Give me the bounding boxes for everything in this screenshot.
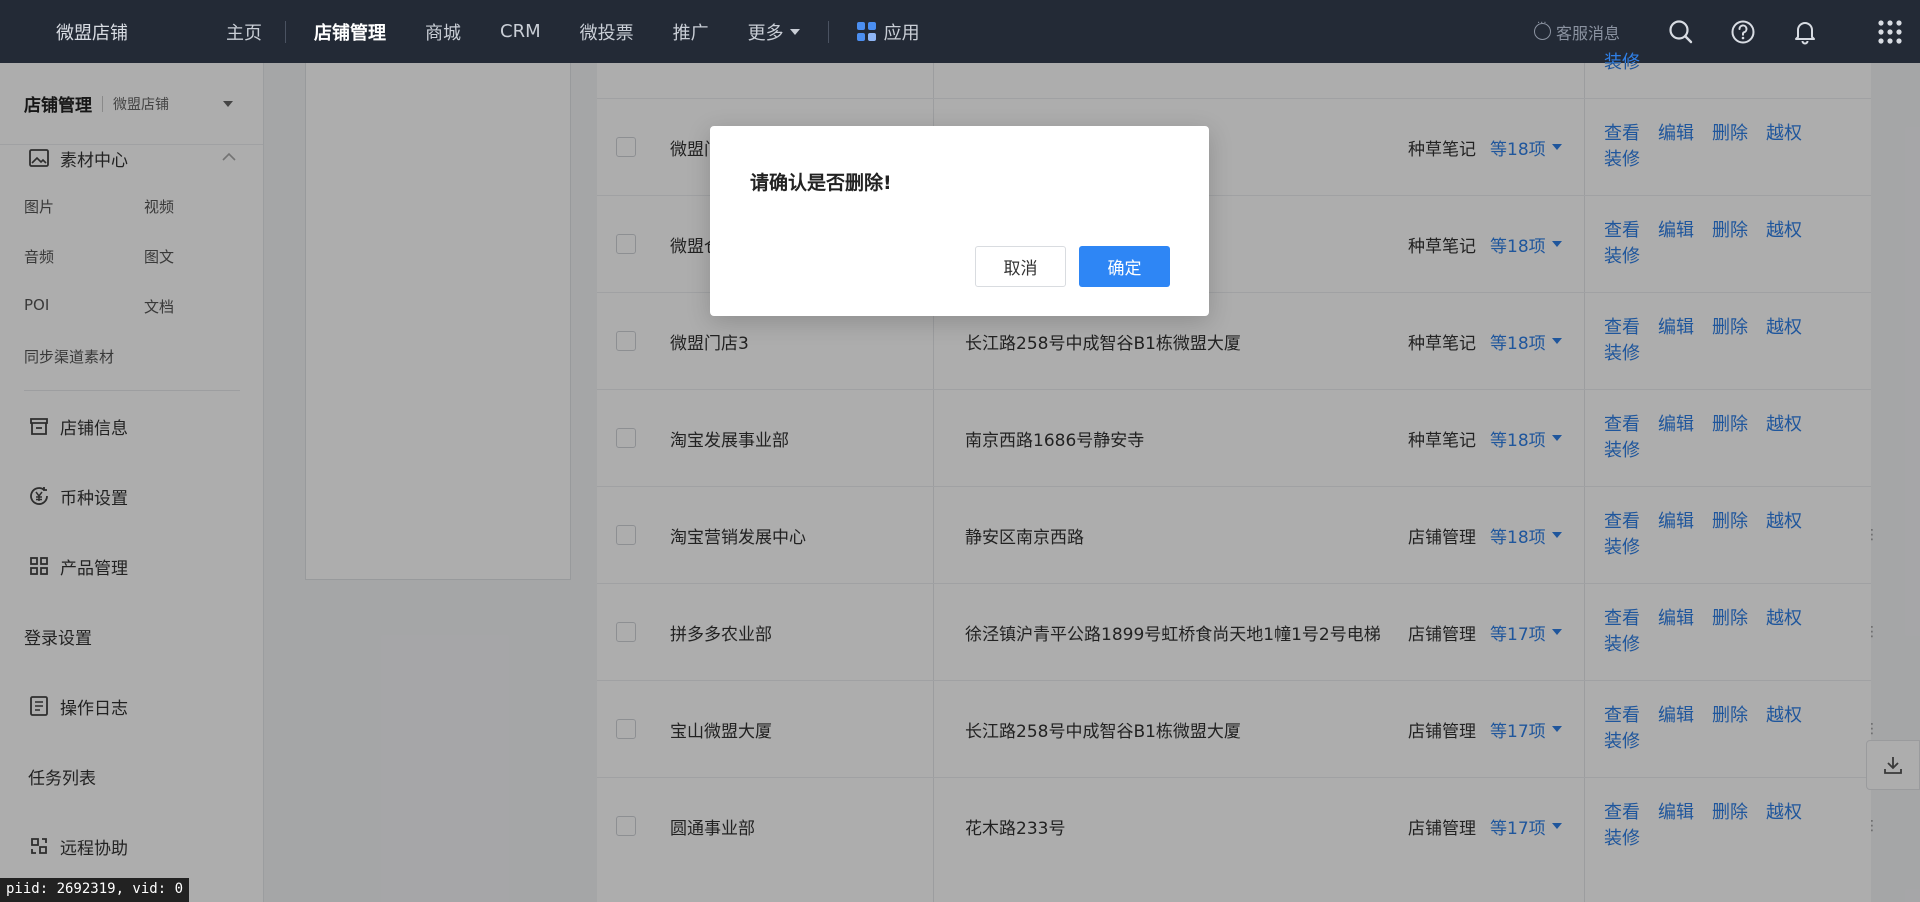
nav-home[interactable]: 主页 [226,19,262,45]
nav-promotion[interactable]: 推广 [673,19,709,45]
chevron-down-icon [789,28,800,35]
nav-mall[interactable]: 商城 [425,19,461,45]
grid-menu-icon[interactable] [1860,19,1920,45]
nav-more-label: 更多 [747,22,784,44]
nav-divider [827,20,829,43]
main-nav: 主页 店铺管理 商城 CRM 微投票 推广 更多 应用 [226,0,920,63]
nav-crm[interactable]: CRM [500,21,541,42]
confirm-button[interactable]: 确定 [1079,246,1170,287]
bell-icon[interactable] [1774,19,1836,45]
nav-vote[interactable]: 微投票 [580,19,634,45]
search-icon[interactable] [1650,19,1712,45]
brand-name[interactable]: 微盟店铺 [0,19,184,45]
chat-icon [1533,18,1551,40]
apps-entry[interactable]: 应用 [856,19,920,45]
nav-divider [285,20,286,43]
apps-label: 应用 [883,22,920,44]
cancel-button[interactable]: 取消 [975,246,1066,287]
dialog-message: 请确认是否删除! [750,172,892,194]
help-icon[interactable] [1712,19,1774,45]
debug-info: piid: 2692319, vid: 0 [0,878,190,902]
nav-more-dropdown[interactable]: 更多 [748,19,800,45]
customer-service-link[interactable]: 客服消息 [1533,18,1620,44]
apps-icon [856,22,876,41]
customer-service-label: 客服消息 [1555,23,1620,43]
nav-shop-management[interactable]: 店铺管理 [314,19,386,45]
confirm-delete-dialog: 请确认是否删除! 取消 确定 [710,126,1209,316]
